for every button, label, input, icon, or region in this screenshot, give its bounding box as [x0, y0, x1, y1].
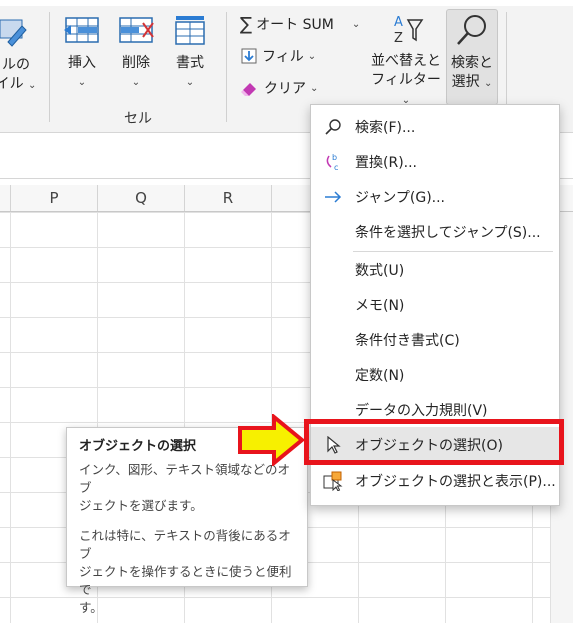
delete-label: 削除 — [122, 55, 150, 71]
chevron-down-icon: ⌄ — [307, 50, 317, 62]
menu-item-label: 条件付き書式(C) — [355, 332, 460, 349]
find-select-label-2: 選択 — [451, 74, 480, 90]
menu-item-replace[interactable]: b c 置換(R)... — [311, 144, 559, 179]
menu-item-label: 条件を選択してジャンプ(S)... — [355, 224, 541, 241]
insert-cells-icon — [64, 17, 99, 43]
menu-item-formulas[interactable]: 数式(U) — [311, 252, 559, 287]
menu-item-notes[interactable]: メモ(N) — [311, 287, 559, 322]
insert-button[interactable]: 挿入 ⌄ — [60, 14, 104, 92]
menu-item-find[interactable]: 検索(F)... — [311, 109, 559, 144]
delete-cells-icon — [119, 17, 154, 43]
highlight-box — [304, 419, 564, 465]
ribbon-top-strip — [0, 0, 573, 6]
fill-down-icon — [241, 48, 257, 64]
sort-filter-button[interactable]: A Z 並べ替えと フィルター ⌄ — [370, 12, 442, 110]
eraser-icon — [241, 83, 256, 96]
tooltip-text: ジェクトを操作するときに使うと便利で — [79, 564, 292, 597]
menu-item-constants[interactable]: 定数(N) — [311, 357, 559, 392]
cell-styles-label-2: イル — [0, 76, 24, 92]
column-header-p[interactable]: P — [11, 185, 98, 211]
cells-group-label: セル — [124, 111, 152, 127]
svg-text:Z: Z — [394, 31, 403, 46]
find-select-content: 検索と 選択 ⌄ — [446, 12, 498, 93]
chevron-down-icon: ⌄ — [185, 77, 195, 88]
menu-item-label: 数式(U) — [355, 262, 405, 279]
menu-item-label: データの入力規則(V) — [355, 402, 488, 419]
menu-item-goto-special[interactable]: 条件を選択してジャンプ(S)... — [311, 214, 559, 249]
cell-styles-label-1: ルの — [2, 57, 30, 73]
fill-button[interactable]: フィル ⌄ — [240, 45, 316, 67]
tooltip-text: これは特に、テキストの背後にあるオブ — [79, 528, 291, 561]
clear-button[interactable]: クリア ⌄ — [240, 77, 318, 99]
search-icon — [325, 118, 341, 135]
menu-item-label: メモ(N) — [355, 297, 405, 314]
tooltip-text: ジェクトを選びます。 — [79, 498, 203, 513]
menu-item-label: ジャンプ(G)... — [355, 189, 446, 206]
tooltip-text: す。 — [79, 600, 103, 615]
format-cells-icon — [175, 16, 205, 45]
fill-label: フィル — [262, 49, 304, 65]
autosum-button[interactable]: ∑ オート SUM ⌄ — [240, 13, 360, 35]
format-label: 書式 — [176, 55, 204, 71]
column-header-partial[interactable] — [0, 185, 11, 211]
menu-item-label: 検索(F)... — [355, 119, 416, 136]
column-header-r[interactable]: R — [185, 185, 272, 211]
column-header-q[interactable]: Q — [98, 185, 185, 211]
grid-column-line — [10, 212, 11, 623]
sort-filter-icon: A Z — [394, 15, 424, 46]
magnifier-icon — [457, 15, 486, 45]
group-divider — [49, 12, 50, 122]
chevron-down-icon: ⌄ — [310, 82, 319, 94]
chevron-down-icon: ⌄ — [484, 78, 493, 89]
menu-item-selection-pane[interactable]: オブジェクトの選択と表示(P)... — [311, 463, 559, 498]
insert-label: 挿入 — [68, 55, 96, 71]
menu-item-label: 定数(N) — [355, 367, 405, 384]
tooltip-text: インク、図形、テキスト領域などのオブ — [79, 462, 291, 495]
menu-item-label: 置換(R)... — [355, 154, 418, 171]
menu-item-goto[interactable]: ジャンプ(G)... — [311, 179, 559, 214]
sort-filter-label-1: 並べ替えと — [371, 53, 441, 69]
group-divider — [226, 12, 227, 122]
cell-style-icon — [0, 19, 27, 47]
chevron-down-icon: ⌄ — [28, 80, 37, 91]
clear-label: クリア — [264, 81, 306, 97]
selection-pane-icon — [323, 471, 343, 491]
find-select-label-1: 検索と — [451, 55, 493, 71]
cell-styles-button[interactable]: ルの イル ⌄ — [0, 16, 38, 95]
pointer-arrow-icon — [238, 414, 306, 466]
chevron-down-icon: ⌄ — [77, 77, 87, 88]
arrow-right-icon — [325, 190, 342, 203]
chevron-down-icon: ⌄ — [351, 18, 361, 30]
svg-text:c: c — [334, 163, 338, 172]
replace-icon: b c — [326, 153, 338, 172]
sigma-icon: ∑ — [240, 13, 253, 35]
menu-item-label: オブジェクトの選択と表示(P)... — [355, 473, 556, 490]
autosum-label: オート SUM — [256, 17, 334, 33]
svg-text:b: b — [332, 153, 337, 162]
menu-item-conditional-formatting[interactable]: 条件付き書式(C) — [311, 322, 559, 357]
svg-text:A: A — [394, 15, 403, 30]
format-button[interactable]: 書式 ⌄ — [168, 14, 212, 92]
sort-filter-label-2: フィルター — [371, 72, 441, 88]
chevron-down-icon: ⌄ — [131, 77, 141, 88]
delete-button[interactable]: 削除 ⌄ — [114, 14, 158, 92]
